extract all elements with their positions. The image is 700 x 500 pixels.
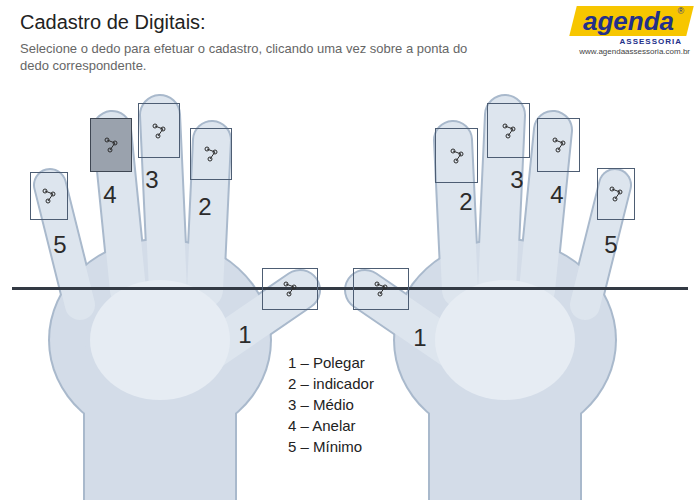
legend-item: 3 – Médio [288,394,374,415]
instructions: Selecione o dedo para efetuar o cadastro… [20,40,492,74]
finger-number: 3 [510,167,523,193]
logo-tagline: ASSESSORIA [620,37,690,46]
finger-number: 5 [53,232,66,258]
legend-item: 5 – Mínimo [288,436,374,457]
finger-number: 2 [459,189,472,215]
finger-select-box[interactable] [537,118,580,172]
fingerprint-minutiae-icon [500,122,518,140]
legend-item: 2 – indicador [288,373,374,394]
fingerprint-minutiae-icon [607,185,625,203]
fingerprint-minutiae-icon [281,280,299,298]
right-hand-icon [365,115,617,500]
divider-line [12,287,688,290]
fingerprint-minutiae-icon [550,136,568,154]
company-logo: agenda ® ASSESSORIAwww.agendaassessoria.co… [573,6,690,56]
hands-canvas: 5 4 3 2 1 1 2 3 4 5 1 – Polegar2 – indicador3 – Mé… [0,90,700,500]
finger-number: 4 [550,182,563,208]
finger-select-box[interactable] [90,118,132,172]
fingerprint-minutiae-icon [102,136,120,154]
logo-url: www.agendaassessoria.com.br [579,47,690,56]
fingerprint-minutiae-icon [372,280,390,298]
logo-name: agenda [583,6,674,36]
finger-number: 3 [145,167,158,193]
fingerprint-registration-screen: Cadastro de Digitais: Selecione o dedo pa… [0,0,700,500]
fingerprint-minutiae-icon [150,122,168,140]
finger-select-box[interactable] [138,103,180,158]
heading: Cadastro de Digitais: Selecione o dedo pa… [20,10,492,74]
fingerprint-minutiae-icon [202,145,220,163]
fingerprint-minutiae-icon [448,147,466,165]
finger-select-box[interactable] [487,103,530,158]
finger-select-box[interactable] [30,172,68,220]
finger-select-box[interactable] [353,268,409,310]
finger-legend: 1 – Polegar2 – indicador3 – Médio4 – Ane… [288,352,374,457]
finger-select-box[interactable] [597,168,635,220]
finger-select-box[interactable] [190,128,232,180]
logo-registered-mark: ® [678,6,685,16]
page-title: Cadastro de Digitais: [20,10,492,34]
header: Cadastro de Digitais: Selecione o dedo pa… [0,0,700,90]
logo-badge: agenda ® [570,6,694,36]
legend-item: 1 – Polegar [288,352,374,373]
finger-select-box[interactable] [435,128,478,183]
fingerprint-minutiae-icon [40,187,58,205]
finger-number: 2 [198,194,211,220]
finger-number: 1 [238,322,251,348]
finger-select-box[interactable] [262,268,318,310]
finger-number: 4 [103,182,116,208]
legend-item: 4 – Anelar [288,415,374,436]
finger-number: 1 [413,325,426,351]
finger-number: 5 [604,232,617,258]
